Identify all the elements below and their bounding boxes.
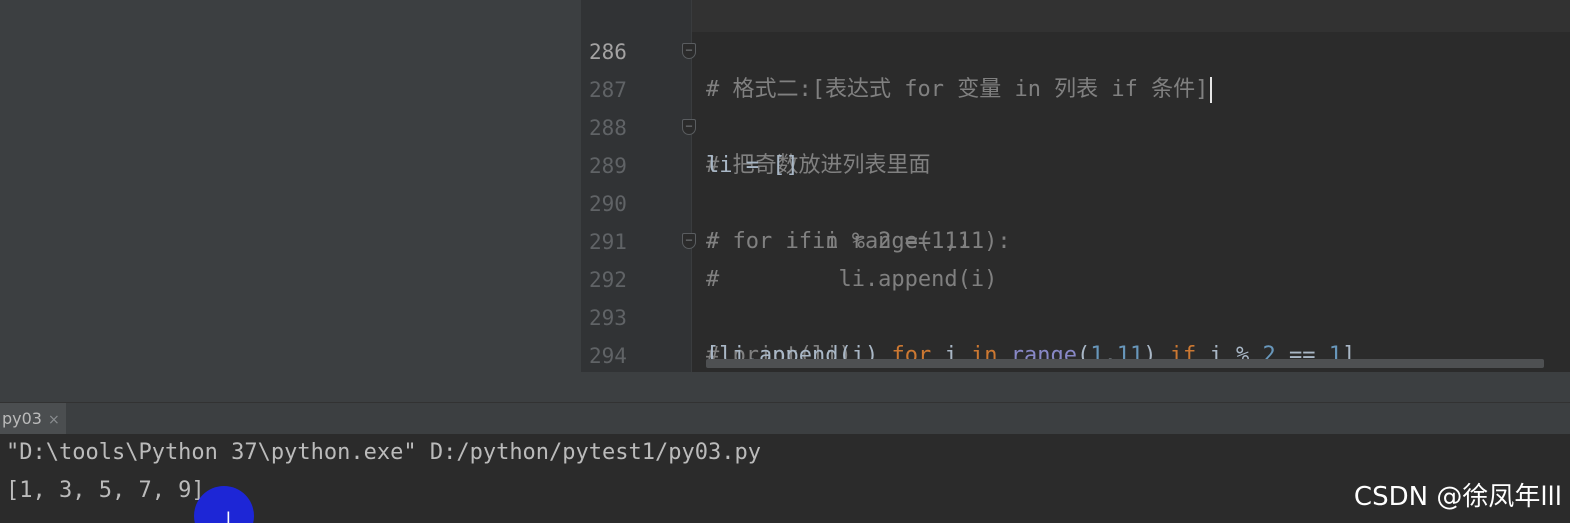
panel-divider [581,372,1570,402]
code-line[interactable]: 292 − # print(li) [581,223,1570,368]
code-line[interactable]: 291 # li.append(i) [581,185,1570,292]
code-line[interactable]: 288 li = [] [581,71,1570,178]
run-tab-label: py03 [2,409,42,428]
ibeam-cursor-icon: I [226,508,231,523]
code-line[interactable]: 289 − # for i in range(1,11): [581,109,1570,254]
fold-marker-icon[interactable]: − [682,119,696,135]
watermark: CSDN @徐凤年lll [1353,482,1562,512]
code-line[interactable]: 295 [581,337,1570,406]
code-line[interactable]: 286 # 格式二:[表达式 for 变量 in 列表 if 条件] [581,0,1570,103]
code-line[interactable]: 287 − # 把奇数放进列表里面 [581,33,1570,178]
project-pane [0,0,581,402]
run-tab-py03[interactable]: py03 × [0,403,66,435]
console-output-line: [1, 3, 5, 7, 9] [6,478,205,503]
code-line[interactable]: 293 [li.append(i) for i in range(1,11) i… [581,261,1570,368]
code-line[interactable]: 290 # if i % 2 == 1: [581,147,1570,254]
horizontal-scrollbar[interactable] [706,359,1544,368]
ide-window: 286 # 格式二:[表达式 for 变量 in 列表 if 条件] 287 −… [0,0,1570,523]
code-line[interactable]: 294 print(li) [581,299,1570,406]
fold-marker-icon[interactable]: − [682,43,696,59]
console-command-line: "D:\tools\Python 37\python.exe" D:/pytho… [6,440,761,465]
fold-marker-icon[interactable]: − [682,233,696,249]
run-panel-header: py03 × [0,402,1570,435]
close-icon[interactable]: × [48,412,60,428]
code-editor[interactable]: 286 # 格式二:[表达式 for 变量 in 列表 if 条件] 287 −… [581,0,1570,406]
